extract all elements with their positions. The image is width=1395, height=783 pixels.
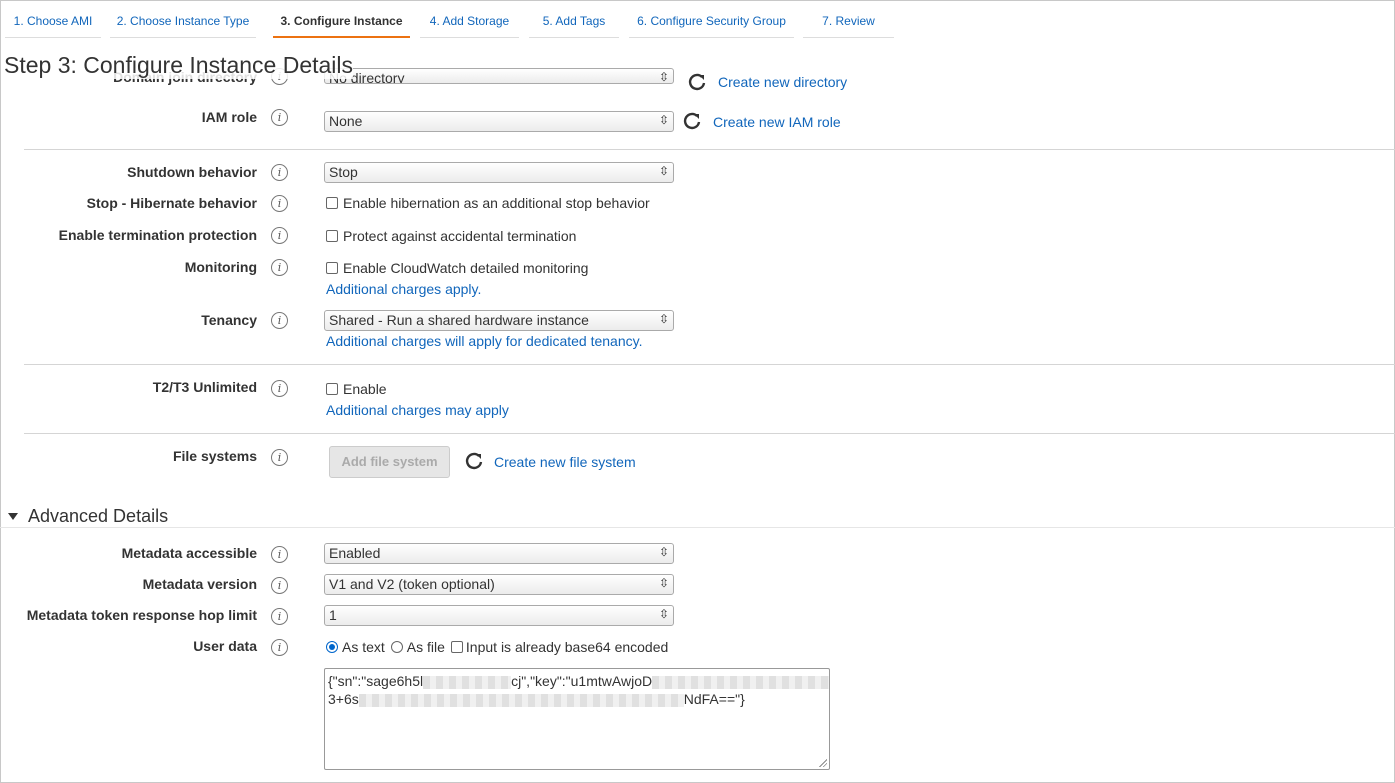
select-arrow-icon: ⇳ (658, 113, 669, 127)
tab-choose-ami[interactable]: 1. Choose AMI (5, 8, 101, 38)
info-icon[interactable]: i (271, 577, 288, 594)
user-data-textarea[interactable]: {"sn":"sage6h5lcj","key":"u1mtwAwjoD7v 3… (324, 668, 830, 770)
as-text-label: As text (342, 639, 385, 655)
select-arrow-icon: ⇳ (658, 607, 669, 621)
resize-handle-icon[interactable] (818, 758, 827, 767)
metadata-version-label: Metadata version (142, 576, 257, 592)
info-icon[interactable]: i (271, 227, 288, 244)
additional-charges-link[interactable]: Additional charges apply. (326, 281, 481, 297)
info-icon[interactable]: i (271, 380, 288, 397)
select-arrow-icon: ⇳ (658, 545, 669, 559)
select-arrow-icon: ⇳ (658, 70, 669, 84)
tenancy-value: Shared - Run a shared hardware instance (329, 312, 589, 328)
shutdown-behavior-value: Stop (329, 164, 358, 180)
unlimited-option: Enable (326, 381, 387, 397)
metadata-version-select[interactable]: V1 and V2 (token optional) ⇳ (324, 574, 674, 595)
iam-role-label: IAM role (201, 109, 257, 125)
info-icon[interactable]: i (271, 312, 288, 329)
domain-join-select[interactable]: No directory ⇳ (324, 68, 674, 84)
shutdown-behavior-label: Shutdown behavior (127, 164, 257, 180)
dedicated-tenancy-charges-link[interactable]: Additional charges will apply for dedica… (326, 333, 642, 349)
hibernate-checkbox-label: Enable hibernation as an additional stop… (343, 195, 650, 211)
termination-protection-checkbox[interactable] (326, 230, 338, 242)
termination-protection-label: Enable termination protection (58, 227, 257, 243)
divider (0, 527, 1395, 528)
unlimited-checkbox[interactable] (326, 383, 338, 395)
as-file-radio[interactable] (390, 641, 403, 653)
info-icon[interactable]: i (271, 449, 288, 466)
tab-configure-security-group[interactable]: 6. Configure Security Group (629, 8, 794, 38)
metadata-accessible-label: Metadata accessible (121, 545, 257, 561)
monitoring-checkbox-label: Enable CloudWatch detailed monitoring (343, 260, 589, 276)
user-data-label: User data (193, 638, 257, 654)
advanced-details-toggle[interactable]: Advanced Details (8, 506, 168, 527)
info-icon[interactable]: i (271, 164, 288, 181)
monitoring-option: Enable CloudWatch detailed monitoring (326, 260, 588, 276)
redacted-region (652, 675, 829, 689)
termination-checkbox-label: Protect against accidental termination (343, 228, 577, 244)
shutdown-behavior-select[interactable]: Stop ⇳ (324, 162, 674, 183)
file-systems-label: File systems (172, 448, 257, 464)
monitoring-label: Monitoring (184, 259, 257, 275)
user-data-text: cj","key":"u1mtwAwjoD (511, 673, 653, 689)
tab-add-storage[interactable]: 4. Add Storage (420, 8, 519, 38)
as-text-radio[interactable] (326, 641, 338, 653)
user-data-options: As text As file Input is already base64 … (326, 639, 668, 655)
create-new-directory-link[interactable]: Create new directory (718, 74, 847, 90)
hop-limit-value: 1 (329, 607, 337, 623)
tab-choose-instance-type[interactable]: 2. Choose Instance Type (110, 8, 256, 38)
hibernate-checkbox[interactable] (326, 197, 338, 209)
additional-charges-may-apply-link[interactable]: Additional charges may apply (326, 402, 509, 418)
divider (24, 433, 1395, 434)
refresh-icon[interactable] (464, 451, 484, 471)
advanced-details-title: Advanced Details (28, 506, 169, 526)
user-data-text: {"sn":"sage6h5l (328, 673, 424, 689)
redacted-region (358, 693, 684, 707)
hibernate-option: Enable hibernation as an additional stop… (326, 195, 650, 211)
t2-t3-unlimited-label: T2/T3 Unlimited (152, 379, 257, 395)
tenancy-label: Tenancy (201, 312, 257, 328)
as-file-label: As file (406, 639, 445, 655)
base64-checkbox[interactable] (450, 641, 463, 653)
tenancy-select[interactable]: Shared - Run a shared hardware instance … (324, 310, 674, 331)
create-new-iam-role-link[interactable]: Create new IAM role (713, 114, 841, 130)
info-icon[interactable]: i (271, 195, 288, 212)
select-arrow-icon: ⇳ (658, 312, 669, 326)
tab-add-tags[interactable]: 5. Add Tags (529, 8, 619, 38)
page-title: Step 3: Configure Instance Details (4, 51, 354, 79)
hop-limit-select[interactable]: 1 ⇳ (324, 605, 674, 626)
select-arrow-icon: ⇳ (658, 576, 669, 590)
user-data-text: NdFA=="} (683, 691, 745, 707)
info-icon[interactable]: i (271, 639, 288, 656)
iam-role-select[interactable]: None ⇳ (324, 111, 674, 132)
tab-review[interactable]: 7. Review (803, 8, 894, 38)
unlimited-checkbox-label: Enable (343, 381, 387, 397)
info-icon[interactable]: i (271, 259, 288, 276)
info-icon[interactable]: i (271, 109, 288, 126)
redacted-region (423, 675, 512, 689)
metadata-accessible-value: Enabled (329, 545, 381, 561)
user-data-text: 3+6s (328, 691, 359, 707)
select-arrow-icon: ⇳ (658, 164, 669, 178)
refresh-icon[interactable] (687, 72, 707, 92)
hibernate-behavior-label: Stop - Hibernate behavior (86, 195, 257, 211)
iam-role-value: None (329, 113, 363, 129)
refresh-icon[interactable] (682, 111, 702, 131)
info-icon[interactable]: i (271, 608, 288, 625)
divider (24, 364, 1395, 365)
metadata-version-value: V1 and V2 (token optional) (329, 576, 495, 592)
metadata-accessible-select[interactable]: Enabled ⇳ (324, 543, 674, 564)
create-new-file-system-link[interactable]: Create new file system (494, 454, 636, 470)
base64-checkbox-label: Input is already base64 encoded (465, 639, 669, 655)
user-data-line-1: {"sn":"sage6h5lcj","key":"u1mtwAwjoD7v (328, 672, 829, 690)
info-icon[interactable]: i (271, 546, 288, 563)
add-file-system-button[interactable]: Add file system (329, 446, 450, 478)
cloudwatch-monitoring-checkbox[interactable] (326, 262, 338, 274)
caret-down-icon (8, 513, 18, 520)
termination-option: Protect against accidental termination (326, 228, 576, 244)
user-data-line-2: 3+6s NdFA=="} (328, 690, 826, 708)
divider (24, 149, 1395, 150)
tab-configure-instance[interactable]: 3. Configure Instance (273, 8, 410, 38)
hop-limit-label: Metadata token response hop limit (26, 607, 257, 623)
